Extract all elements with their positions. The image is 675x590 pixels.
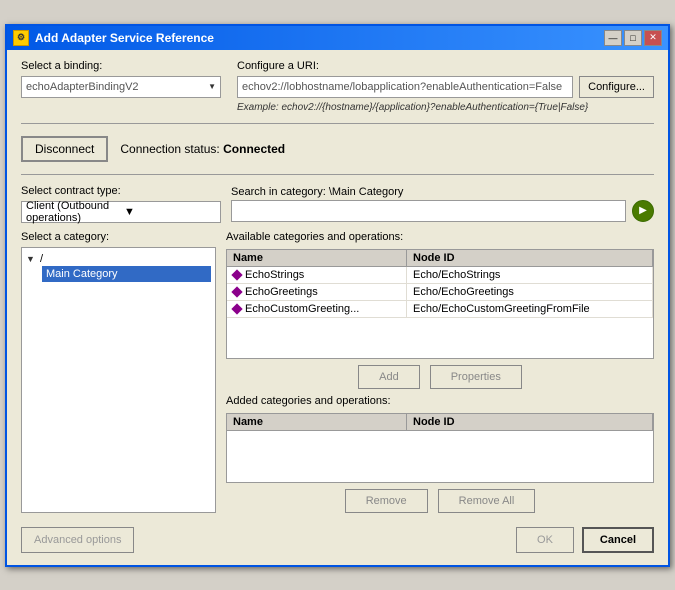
- tree-child-main-category[interactable]: Main Category: [42, 266, 211, 282]
- col-nodeid: Node ID: [407, 250, 653, 266]
- window-icon: ⚙: [13, 30, 29, 46]
- added-col-name: Name: [227, 414, 407, 430]
- contract-area: Select contract type: Client (Outbound o…: [21, 185, 221, 223]
- added-col-nodeid: Node ID: [407, 414, 653, 430]
- properties-button[interactable]: Properties: [430, 365, 522, 389]
- uri-input-row: Configure...: [237, 76, 654, 98]
- operations-panel-label: Available categories and operations:: [226, 231, 654, 243]
- close-button[interactable]: ✕: [644, 30, 662, 46]
- configure-button[interactable]: Configure...: [579, 76, 654, 98]
- add-properties-row: Add Properties: [226, 365, 654, 389]
- added-table-header: Name Node ID: [227, 414, 653, 431]
- diamond-icon: [231, 286, 242, 297]
- remove-button[interactable]: Remove: [345, 489, 428, 513]
- search-area: Search in category: \Main Category ▶: [231, 186, 654, 222]
- available-table-header: Name Node ID: [227, 250, 653, 267]
- table-row[interactable]: EchoStrings Echo/EchoStrings: [227, 267, 653, 284]
- uri-input[interactable]: [237, 76, 573, 98]
- tree-toggle: ▼: [26, 254, 36, 264]
- category-panel: Select a category: ▼ / Main Category: [21, 231, 216, 513]
- main-window: ⚙ Add Adapter Service Reference — □ ✕ Se…: [5, 24, 670, 567]
- bottom-bar: Advanced options OK Cancel: [21, 521, 654, 555]
- ok-cancel-row: OK Cancel: [516, 527, 654, 553]
- connection-row: Disconnect Connection status: Connected: [21, 134, 654, 164]
- contract-arrow: ▼: [124, 206, 216, 218]
- title-controls: — □ ✕: [604, 30, 662, 46]
- added-ops-table: Name Node ID: [226, 413, 654, 483]
- binding-select[interactable]: echoAdapterBindingV2 ▼: [21, 76, 221, 98]
- uri-label: Configure a URI:: [237, 60, 654, 72]
- tree-root: ▼ / Main Category: [26, 252, 211, 282]
- binding-area: Select a binding: echoAdapterBindingV2 ▼: [21, 60, 221, 98]
- connection-status-value: Connected: [223, 142, 285, 156]
- contract-label: Select contract type:: [21, 185, 221, 197]
- binding-uri-section: Select a binding: echoAdapterBindingV2 ▼…: [21, 60, 654, 113]
- add-button[interactable]: Add: [358, 365, 420, 389]
- category-tree[interactable]: ▼ / Main Category: [21, 247, 216, 513]
- contract-search-row: Select contract type: Client (Outbound o…: [21, 185, 654, 223]
- title-bar: ⚙ Add Adapter Service Reference — □ ✕: [7, 26, 668, 50]
- tree-root-item[interactable]: ▼ /: [26, 252, 211, 266]
- search-label: Search in category: \Main Category: [231, 186, 654, 198]
- search-go-button[interactable]: ▶: [632, 200, 654, 222]
- maximize-button[interactable]: □: [624, 30, 642, 46]
- divider-2: [21, 174, 654, 175]
- table-row[interactable]: EchoCustomGreeting... Echo/EchoCustomGre…: [227, 301, 653, 318]
- minimize-button[interactable]: —: [604, 30, 622, 46]
- main-area: Select a category: ▼ / Main Category: [21, 231, 654, 513]
- connection-status: Connection status: Connected: [120, 142, 285, 156]
- content-area: Select a binding: echoAdapterBindingV2 ▼…: [7, 50, 668, 565]
- remove-row: Remove Remove All: [226, 489, 654, 513]
- binding-label: Select a binding:: [21, 60, 221, 72]
- advanced-options-button[interactable]: Advanced options: [21, 527, 134, 553]
- binding-dropdown-arrow: ▼: [208, 82, 216, 91]
- diamond-icon: [231, 269, 242, 280]
- available-ops-table: Name Node ID EchoStrings Echo/EchoString…: [226, 249, 654, 359]
- title-bar-left: ⚙ Add Adapter Service Reference: [13, 30, 214, 46]
- table-row[interactable]: EchoGreetings Echo/EchoGreetings: [227, 284, 653, 301]
- operations-panel: Available categories and operations: Nam…: [226, 231, 654, 513]
- cancel-button[interactable]: Cancel: [582, 527, 654, 553]
- window-title: Add Adapter Service Reference: [35, 31, 214, 45]
- divider-1: [21, 123, 654, 124]
- search-input[interactable]: [231, 200, 626, 222]
- uri-example: Example: echov2://{hostname}/{applicatio…: [237, 102, 654, 113]
- category-panel-label: Select a category:: [21, 231, 216, 243]
- diamond-icon: [231, 303, 242, 314]
- tree-children: Main Category: [42, 266, 211, 282]
- search-input-row: ▶: [231, 200, 654, 222]
- contract-select[interactable]: Client (Outbound operations) ▼: [21, 201, 221, 223]
- disconnect-button[interactable]: Disconnect: [21, 136, 108, 162]
- ok-button[interactable]: OK: [516, 527, 574, 553]
- added-panel-label: Added categories and operations:: [226, 395, 654, 407]
- remove-all-button[interactable]: Remove All: [438, 489, 536, 513]
- col-name: Name: [227, 250, 407, 266]
- uri-area: Configure a URI: Configure... Example: e…: [237, 60, 654, 113]
